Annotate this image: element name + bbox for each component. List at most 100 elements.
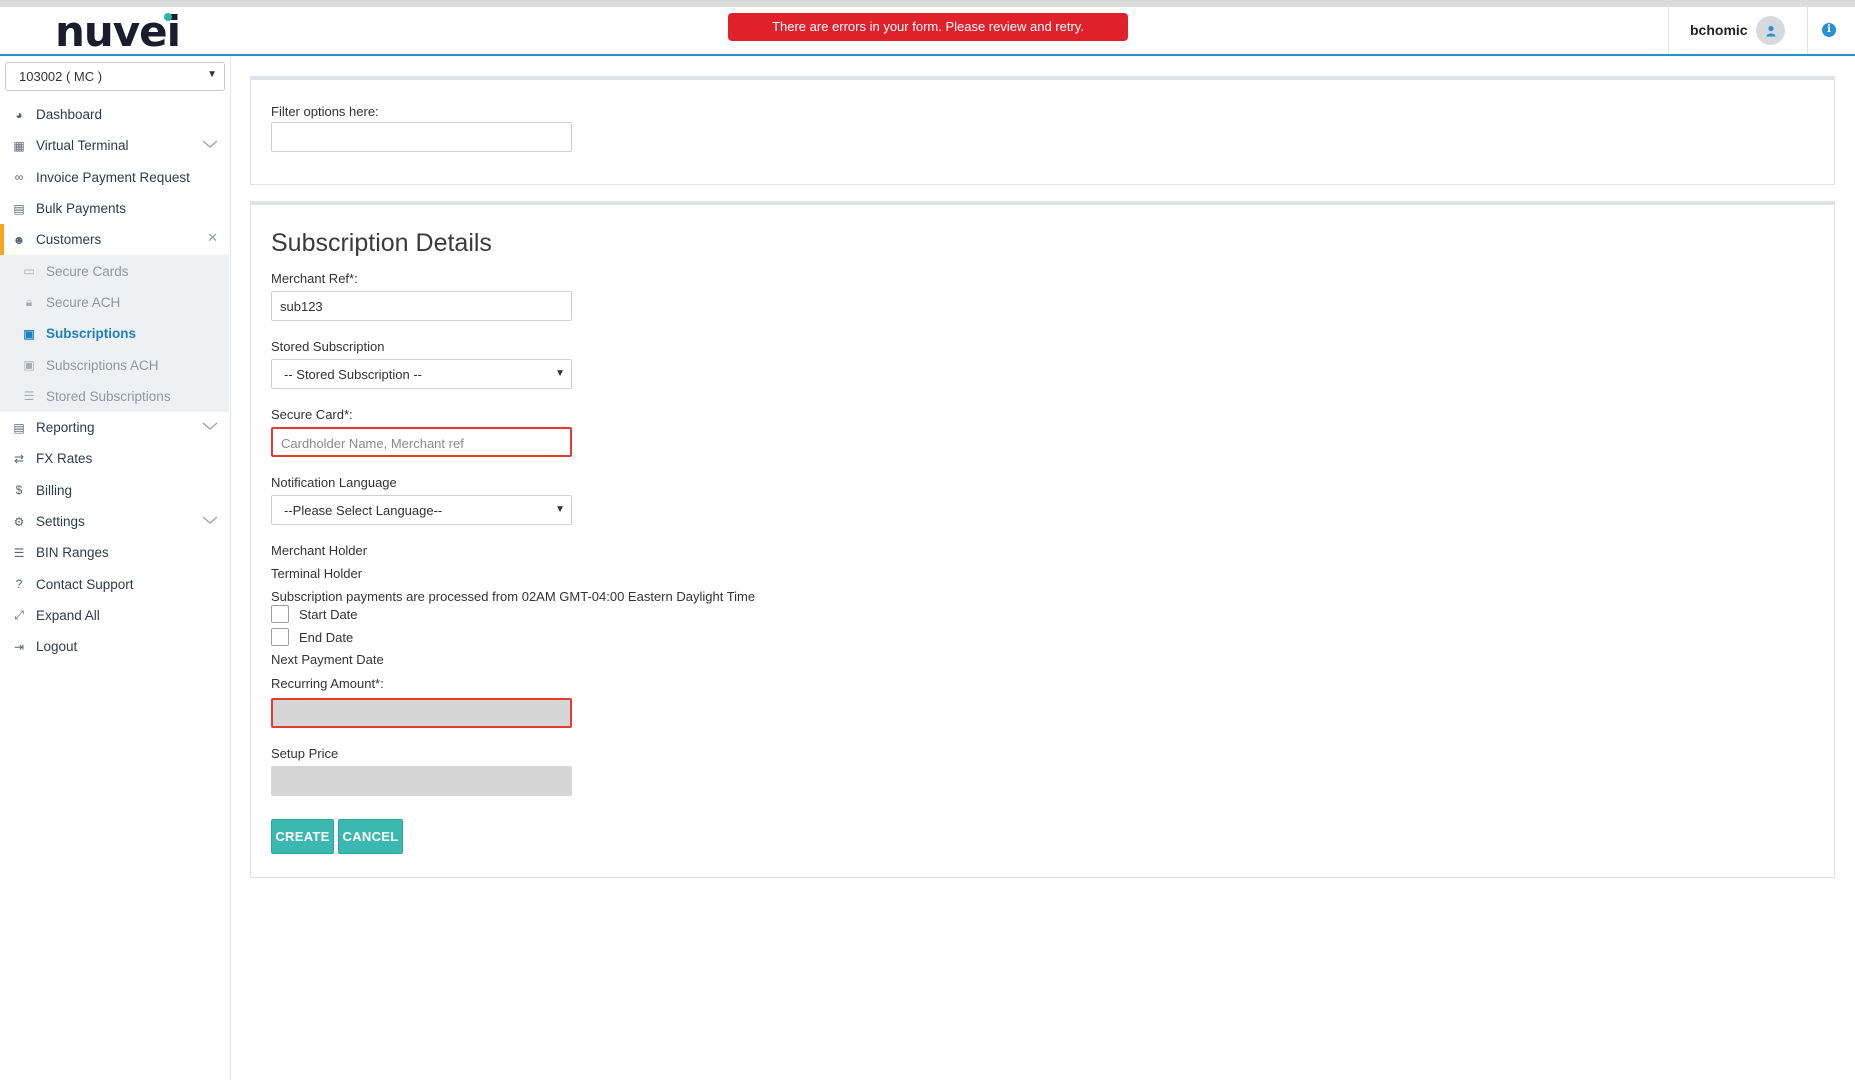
chevron-down-icon[interactable] <box>202 418 218 434</box>
file-icon: ▤ <box>13 201 25 216</box>
sidebar: 103002 ( MC ) ▼ ◕ Dashboard ▦ Virtual Te… <box>0 56 231 1080</box>
sidebar-item-customers[interactable]: ☻ Customers ✕ <box>0 224 231 256</box>
setup-price-input <box>271 766 572 796</box>
merchant-select[interactable]: 103002 ( MC ) ▼ <box>5 62 225 91</box>
merchant-holder: Merchant Holder <box>271 543 368 558</box>
sidebar-item-reporting[interactable]: ▤ Reporting <box>0 412 231 443</box>
terminal-holder: Terminal Holder <box>271 566 363 581</box>
dollar-icon: $ <box>15 483 23 498</box>
credit-card-icon: ▭ <box>23 264 35 279</box>
link-icon: ∞ <box>14 170 24 185</box>
collapse-icon[interactable]: ✕ <box>207 230 218 246</box>
secure-card-label: Secure Card*: <box>271 407 353 422</box>
subscription-details-panel: Subscription Details Merchant Ref*: sub1… <box>250 201 1835 878</box>
processing-note: Subscription payments are processed from… <box>271 589 756 604</box>
sidebar-item-billing[interactable]: $ Billing <box>0 475 231 506</box>
sidebar-item-bin-ranges[interactable]: ☰ BIN Ranges <box>0 537 231 568</box>
calculator-icon: ▦ <box>13 138 25 153</box>
sidebar-item-subscriptions-ach[interactable]: ▣ Subscriptions ACH <box>0 349 229 380</box>
logout-icon: ⇥ <box>13 639 25 654</box>
stored-subscription-label: Stored Subscription <box>271 339 385 354</box>
database-icon: ☰ <box>23 389 35 404</box>
secure-card-placeholder: Cardholder Name, Merchant ref <box>281 436 464 451</box>
chevron-down-icon[interactable] <box>202 512 218 528</box>
sidebar-item-label: Reporting <box>36 420 95 436</box>
expand-icon: ⤢ <box>14 607 24 622</box>
sidebar-item-label: Subscriptions <box>46 326 137 342</box>
sidebar-item-label: Secure ACH <box>46 294 121 310</box>
browser-top-strip <box>0 0 1855 7</box>
sidebar-item-fx-rates[interactable]: ⇄ FX Rates <box>0 443 231 474</box>
sidebar-item-label: Invoice Payment Request <box>36 169 190 185</box>
sidebar-item-secure-ach[interactable]: 🔒︎ Secure ACH <box>0 287 229 318</box>
start-date-label: Start Date <box>299 606 358 622</box>
sidebar-item-expand-all[interactable]: ⤢ Expand All <box>0 600 231 631</box>
notification-language-label: Notification Language <box>271 475 397 490</box>
logo-dot <box>164 13 172 21</box>
stored-subscription-value: -- Stored Subscription -- <box>284 367 422 382</box>
sidebar-item-label: Contact Support <box>36 576 134 592</box>
info-icon[interactable]: i <box>1822 23 1836 37</box>
merchant-select-value: 103002 ( MC ) <box>19 69 103 84</box>
sidebar-item-label: Settings <box>36 514 85 529</box>
start-date-row: Start Date <box>271 605 358 623</box>
sidebar-item-stored-subscriptions[interactable]: ☰ Stored Subscriptions <box>0 381 229 412</box>
sidebar-item-bulk-payments[interactable]: ▤ Bulk Payments <box>0 193 231 224</box>
gears-icon: ⚙ <box>13 514 25 529</box>
sidebar-item-label: BIN Ranges <box>36 545 109 561</box>
merchant-ref-input[interactable]: sub123 <box>271 291 572 321</box>
cancel-button[interactable]: CANCEL <box>338 819 403 854</box>
question-icon: ? <box>15 577 23 592</box>
filter-label: Filter options here: <box>271 104 379 119</box>
sidebar-item-label: Expand All <box>36 607 100 623</box>
sidebar-item-settings[interactable]: ⚙ Settings <box>0 506 231 537</box>
recurring-amount-input[interactable] <box>271 698 572 728</box>
sidebar-item-label: FX Rates <box>36 451 93 467</box>
end-date-row: End Date <box>271 628 353 646</box>
chevron-down-icon[interactable] <box>202 136 218 152</box>
user-avatar-icon[interactable] <box>1756 16 1785 45</box>
users-icon: ☻ <box>12 232 26 247</box>
page-title: Subscription Details <box>271 229 492 257</box>
recurring-amount-label: Recurring Amount*: <box>271 676 384 691</box>
secure-card-input[interactable]: Cardholder Name, Merchant ref <box>271 427 572 457</box>
stored-subscription-select[interactable]: -- Stored Subscription -- ▼ <box>271 359 572 389</box>
filter-input[interactable] <box>271 122 572 152</box>
sidebar-item-label: Customers <box>36 232 102 248</box>
chevron-down-icon: ▼ <box>555 368 565 379</box>
sidebar-item-label: Virtual Terminal <box>36 138 129 154</box>
nuvei-logo[interactable]: nuvei <box>55 7 181 56</box>
top-header: nuvei There are errors in your form. Ple… <box>0 7 1855 56</box>
sidebar-item-logout[interactable]: ⇥ Logout <box>0 631 231 662</box>
dashboard-icon: ◕ <box>15 107 23 122</box>
list-icon: ☰ <box>13 545 25 560</box>
chevron-down-icon: ▼ <box>555 504 565 515</box>
sidebar-item-label: Billing <box>36 482 73 498</box>
sidebar-item-label: Secure Cards <box>46 263 129 279</box>
user-menu[interactable]: bchomic <box>1668 7 1808 54</box>
filter-panel: Filter options here: <box>250 76 1835 185</box>
create-button[interactable]: CREATE <box>271 819 334 854</box>
sidebar-item-invoice-payment-request[interactable]: ∞ Invoice Payment Request <box>0 162 231 193</box>
notification-language-value: --Please Select Language-- <box>284 503 443 518</box>
sidebar-item-dashboard[interactable]: ◕ Dashboard <box>0 99 231 130</box>
lock-icon: 🔒︎ <box>25 294 33 309</box>
username: bchomic <box>1690 22 1748 38</box>
end-date-checkbox[interactable] <box>271 628 289 646</box>
subscription-icon: ▣ <box>23 326 35 341</box>
sidebar-item-virtual-terminal[interactable]: ▦ Virtual Terminal <box>0 130 231 161</box>
merchant-ref-label: Merchant Ref*: <box>271 271 358 286</box>
setup-price-label: Setup Price <box>271 746 339 761</box>
notification-language-select[interactable]: --Please Select Language-- ▼ <box>271 495 572 525</box>
start-date-checkbox[interactable] <box>271 605 289 623</box>
logo-text: nuvei <box>55 7 181 56</box>
end-date-label: End Date <box>299 629 354 645</box>
exchange-icon: ⇄ <box>13 451 25 466</box>
sidebar-item-contact-support[interactable]: ? Contact Support <box>0 568 231 599</box>
customers-submenu: ▭ Secure Cards 🔒︎ Secure ACH ▣ Subscript… <box>0 255 229 412</box>
next-payment-date: Next Payment Date <box>271 652 384 667</box>
sidebar-item-subscriptions[interactable]: ▣ Subscriptions <box>0 318 229 349</box>
sidebar-item-label: Bulk Payments <box>36 201 127 217</box>
report-icon: ▤ <box>13 420 25 435</box>
sidebar-item-secure-cards[interactable]: ▭ Secure Cards <box>0 255 229 286</box>
